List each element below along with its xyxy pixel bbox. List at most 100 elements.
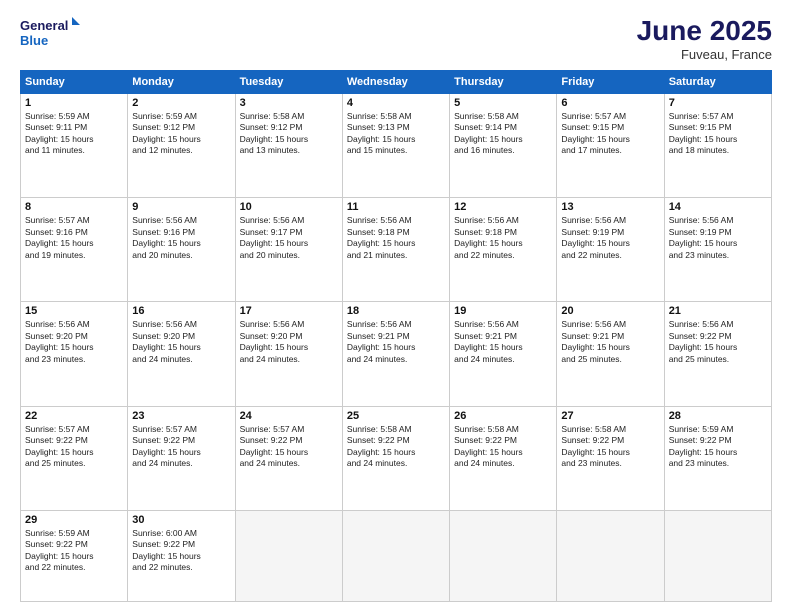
day-info: Sunrise: 5:56 AMSunset: 9:16 PMDaylight:…	[132, 215, 230, 261]
table-row: 30 Sunrise: 6:00 AMSunset: 9:22 PMDayligh…	[128, 510, 235, 601]
table-row: 27 Sunrise: 5:58 AMSunset: 9:22 PMDayligh…	[557, 406, 664, 510]
day-info: Sunrise: 5:57 AMSunset: 9:22 PMDaylight:…	[132, 424, 230, 470]
table-row: 19 Sunrise: 5:56 AMSunset: 9:21 PMDayligh…	[450, 302, 557, 406]
table-row: 3 Sunrise: 5:58 AMSunset: 9:12 PMDaylight…	[235, 94, 342, 198]
day-number: 29	[25, 514, 123, 526]
table-row: 9 Sunrise: 5:56 AMSunset: 9:16 PMDaylight…	[128, 198, 235, 302]
day-info: Sunrise: 5:56 AMSunset: 9:21 PMDaylight:…	[561, 319, 659, 365]
table-row: 10 Sunrise: 5:56 AMSunset: 9:17 PMDayligh…	[235, 198, 342, 302]
table-row: 29 Sunrise: 5:59 AMSunset: 9:22 PMDayligh…	[21, 510, 128, 601]
table-row: 11 Sunrise: 5:56 AMSunset: 9:18 PMDayligh…	[342, 198, 449, 302]
table-row: 7 Sunrise: 5:57 AMSunset: 9:15 PMDaylight…	[664, 94, 771, 198]
day-info: Sunrise: 5:56 AMSunset: 9:18 PMDaylight:…	[454, 215, 552, 261]
table-row	[450, 510, 557, 601]
table-row: 16 Sunrise: 5:56 AMSunset: 9:20 PMDayligh…	[128, 302, 235, 406]
day-number: 30	[132, 514, 230, 526]
table-row	[235, 510, 342, 601]
table-row: 20 Sunrise: 5:56 AMSunset: 9:21 PMDayligh…	[557, 302, 664, 406]
day-info: Sunrise: 5:56 AMSunset: 9:19 PMDaylight:…	[669, 215, 767, 261]
day-number: 25	[347, 410, 445, 422]
page: General Blue June 2025 Fuveau, France Su…	[0, 0, 792, 612]
day-info: Sunrise: 5:58 AMSunset: 9:22 PMDaylight:…	[347, 424, 445, 470]
calendar-table: Sunday Monday Tuesday Wednesday Thursday…	[20, 70, 772, 602]
day-info: Sunrise: 5:56 AMSunset: 9:19 PMDaylight:…	[561, 215, 659, 261]
day-info: Sunrise: 5:59 AMSunset: 9:11 PMDaylight:…	[25, 111, 123, 157]
logo-svg: General Blue	[20, 15, 80, 55]
table-row: 2 Sunrise: 5:59 AMSunset: 9:12 PMDaylight…	[128, 94, 235, 198]
day-number: 3	[240, 97, 338, 109]
title-block: June 2025 Fuveau, France	[637, 15, 772, 62]
day-number: 22	[25, 410, 123, 422]
logo: General Blue	[20, 15, 80, 55]
day-info: Sunrise: 5:56 AMSunset: 9:17 PMDaylight:…	[240, 215, 338, 261]
table-row: 12 Sunrise: 5:56 AMSunset: 9:18 PMDayligh…	[450, 198, 557, 302]
day-number: 9	[132, 201, 230, 213]
table-row: 28 Sunrise: 5:59 AMSunset: 9:22 PMDayligh…	[664, 406, 771, 510]
table-row: 18 Sunrise: 5:56 AMSunset: 9:21 PMDayligh…	[342, 302, 449, 406]
day-number: 21	[669, 305, 767, 317]
day-number: 16	[132, 305, 230, 317]
table-row: 1Sunrise: 5:59 AMSunset: 9:11 PMDaylight…	[21, 94, 128, 198]
weekday-header-row: Sunday Monday Tuesday Wednesday Thursday…	[21, 71, 772, 94]
month-title: June 2025	[637, 15, 772, 47]
day-number: 20	[561, 305, 659, 317]
table-row: 5 Sunrise: 5:58 AMSunset: 9:14 PMDaylight…	[450, 94, 557, 198]
day-info: Sunrise: 5:56 AMSunset: 9:21 PMDaylight:…	[454, 319, 552, 365]
table-row: 6 Sunrise: 5:57 AMSunset: 9:15 PMDaylight…	[557, 94, 664, 198]
day-number: 2	[132, 97, 230, 109]
day-number: 17	[240, 305, 338, 317]
th-saturday: Saturday	[664, 71, 771, 94]
table-row: 26Sunrise: 5:58 AMSunset: 9:22 PMDayligh…	[450, 406, 557, 510]
day-info: Sunrise: 5:58 AMSunset: 9:22 PMDaylight:…	[561, 424, 659, 470]
table-row: 24 Sunrise: 5:57 AMSunset: 9:22 PMDayligh…	[235, 406, 342, 510]
day-number: 4	[347, 97, 445, 109]
table-row: 14 Sunrise: 5:56 AMSunset: 9:19 PMDayligh…	[664, 198, 771, 302]
day-info: Sunrise: 5:58 AMSunset: 9:14 PMDaylight:…	[454, 111, 552, 157]
day-number: 12	[454, 201, 552, 213]
day-number: 10	[240, 201, 338, 213]
day-number: 24	[240, 410, 338, 422]
day-info: Sunrise: 5:57 AMSunset: 9:22 PMDaylight:…	[240, 424, 338, 470]
table-row: 23 Sunrise: 5:57 AMSunset: 9:22 PMDayligh…	[128, 406, 235, 510]
day-info: Sunrise: 5:56 AMSunset: 9:20 PMDaylight:…	[132, 319, 230, 365]
table-row: 8Sunrise: 5:57 AMSunset: 9:16 PMDaylight…	[21, 198, 128, 302]
day-info: Sunrise: 6:00 AMSunset: 9:22 PMDaylight:…	[132, 528, 230, 574]
day-info: Sunrise: 5:59 AMSunset: 9:22 PMDaylight:…	[25, 528, 123, 574]
th-thursday: Thursday	[450, 71, 557, 94]
day-number: 14	[669, 201, 767, 213]
day-number: 6	[561, 97, 659, 109]
day-number: 8	[25, 201, 123, 213]
table-row: 21 Sunrise: 5:56 AMSunset: 9:22 PMDayligh…	[664, 302, 771, 406]
day-number: 7	[669, 97, 767, 109]
th-sunday: Sunday	[21, 71, 128, 94]
day-info: Sunrise: 5:58 AMSunset: 9:12 PMDaylight:…	[240, 111, 338, 157]
svg-text:Blue: Blue	[20, 33, 48, 48]
day-number: 19	[454, 305, 552, 317]
table-row	[664, 510, 771, 601]
day-info: Sunrise: 5:59 AMSunset: 9:22 PMDaylight:…	[669, 424, 767, 470]
svg-text:General: General	[20, 18, 68, 33]
day-number: 27	[561, 410, 659, 422]
th-monday: Monday	[128, 71, 235, 94]
table-row: 15Sunrise: 5:56 AMSunset: 9:20 PMDayligh…	[21, 302, 128, 406]
day-info: Sunrise: 5:56 AMSunset: 9:22 PMDaylight:…	[669, 319, 767, 365]
table-row: 22 Sunrise: 5:57 AMSunset: 9:22 PMDayligh…	[21, 406, 128, 510]
header: General Blue June 2025 Fuveau, France	[20, 15, 772, 62]
day-info: Sunrise: 5:57 AMSunset: 9:22 PMDaylight:…	[25, 424, 123, 470]
day-info: Sunrise: 5:59 AMSunset: 9:12 PMDaylight:…	[132, 111, 230, 157]
day-number: 28	[669, 410, 767, 422]
table-row: 17Sunrise: 5:56 AMSunset: 9:20 PMDayligh…	[235, 302, 342, 406]
day-info: Sunrise: 5:58 AMSunset: 9:13 PMDaylight:…	[347, 111, 445, 157]
day-info: Sunrise: 5:57 AMSunset: 9:15 PMDaylight:…	[669, 111, 767, 157]
day-number: 5	[454, 97, 552, 109]
day-number: 15	[25, 305, 123, 317]
day-number: 23	[132, 410, 230, 422]
day-info: Sunrise: 5:58 AMSunset: 9:22 PMDaylight:…	[454, 424, 552, 470]
day-number: 11	[347, 201, 445, 213]
day-info: Sunrise: 5:57 AMSunset: 9:15 PMDaylight:…	[561, 111, 659, 157]
table-row: 4 Sunrise: 5:58 AMSunset: 9:13 PMDaylight…	[342, 94, 449, 198]
table-row: 13Sunrise: 5:56 AMSunset: 9:19 PMDayligh…	[557, 198, 664, 302]
day-info: Sunrise: 5:56 AMSunset: 9:21 PMDaylight:…	[347, 319, 445, 365]
day-info: Sunrise: 5:56 AMSunset: 9:18 PMDaylight:…	[347, 215, 445, 261]
day-number: 18	[347, 305, 445, 317]
